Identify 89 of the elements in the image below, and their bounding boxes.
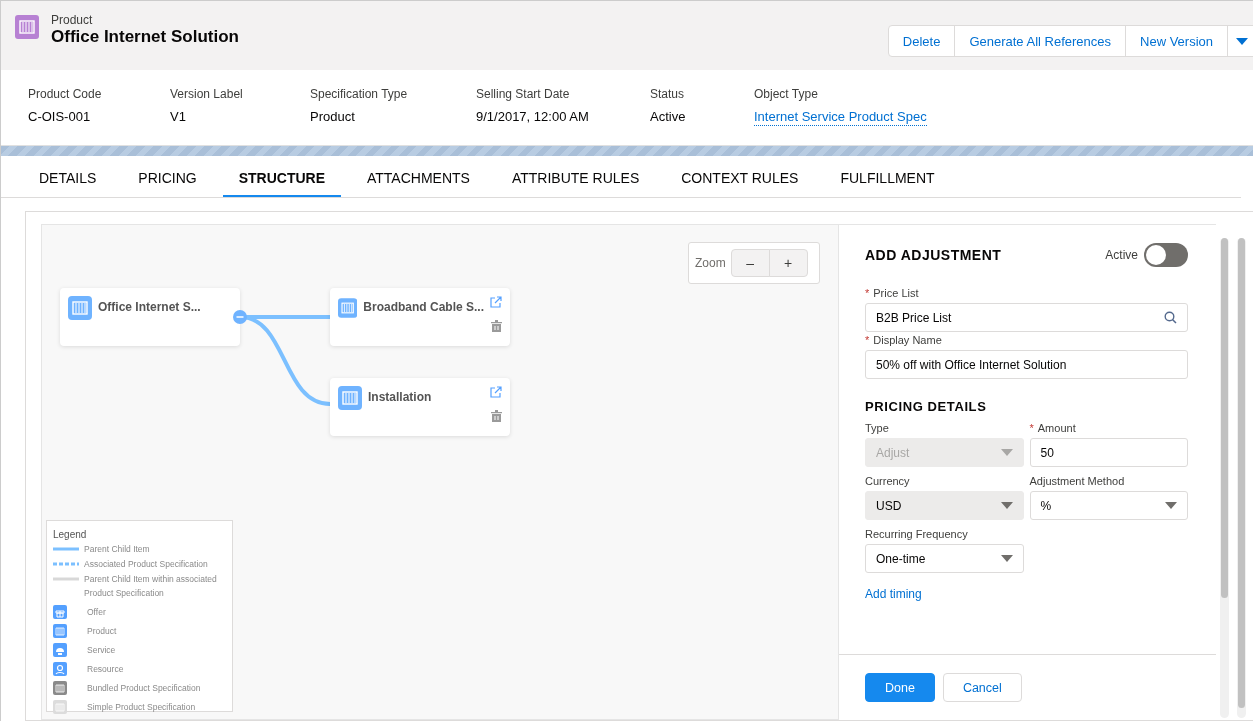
legend-label: Parent Child Item within associated Product Specification bbox=[84, 573, 218, 600]
tab[interactable]: FULFILLMENT bbox=[824, 156, 951, 197]
field-link[interactable]: Internet Service Product Spec bbox=[754, 109, 927, 126]
search-icon bbox=[1164, 311, 1177, 324]
product-icon bbox=[15, 15, 39, 39]
collapse-handle-icon[interactable] bbox=[233, 310, 247, 324]
node-label: Broadband Cable S... bbox=[363, 300, 484, 314]
field-label: * Price List bbox=[865, 287, 920, 299]
zoom-label: Zoom bbox=[695, 256, 726, 270]
active-toggle[interactable] bbox=[1144, 243, 1188, 267]
field-value: Active bbox=[650, 109, 687, 124]
section-heading: PRICING DETAILS bbox=[865, 399, 988, 414]
field-label: Type bbox=[865, 422, 890, 434]
header-button[interactable]: New Version bbox=[1125, 25, 1228, 57]
object-label: Product bbox=[51, 13, 94, 27]
legend-label: Associated Product Specification bbox=[84, 558, 208, 571]
external-link-icon[interactable] bbox=[490, 296, 502, 308]
legend-title: Legend bbox=[53, 529, 88, 540]
tab[interactable]: STRUCTURE bbox=[222, 156, 341, 197]
caret-icon bbox=[1000, 502, 1013, 509]
field-value: C-OIS-001 bbox=[28, 109, 92, 124]
hardhat-icon bbox=[53, 643, 67, 657]
node-label: Installation bbox=[368, 390, 433, 404]
product-icon bbox=[68, 296, 92, 320]
field-label: Selling Start Date bbox=[476, 87, 571, 101]
tab[interactable]: DETAILS bbox=[23, 156, 113, 197]
line-sample-icon bbox=[53, 547, 79, 551]
line-sample-icon bbox=[53, 562, 79, 566]
legend-label: Offer bbox=[87, 606, 106, 619]
header-button[interactable]: Generate All References bbox=[954, 25, 1126, 57]
select-field[interactable]: One-time bbox=[865, 544, 1024, 573]
field-label: Object Type bbox=[754, 87, 819, 101]
field-label: Product Code bbox=[28, 87, 103, 101]
select-field[interactable]: % bbox=[1029, 491, 1188, 520]
select-field[interactable]: USD bbox=[865, 491, 1024, 520]
person-icon bbox=[53, 662, 67, 676]
panel-title: ADD ADJUSTMENT bbox=[865, 247, 1002, 263]
trash-icon[interactable] bbox=[490, 410, 502, 422]
product-icon bbox=[53, 624, 67, 638]
more-actions-button[interactable] bbox=[1227, 25, 1253, 57]
zoom-button[interactable]: + bbox=[768, 249, 808, 277]
legend-label: Service bbox=[87, 644, 116, 657]
product-icon bbox=[338, 296, 358, 320]
legend-label: Parent Child Item bbox=[84, 543, 150, 556]
scrollbar[interactable] bbox=[1220, 238, 1229, 718]
zoom-button[interactable]: – bbox=[730, 249, 770, 277]
product-icon bbox=[53, 681, 67, 695]
tab[interactable]: PRICING bbox=[122, 156, 213, 197]
field-label: Version Label bbox=[170, 87, 244, 101]
input-field[interactable]: 50% off with Office Internet Solution bbox=[865, 350, 1188, 379]
tab[interactable]: ATTACHMENTS bbox=[351, 156, 486, 197]
trash-icon[interactable] bbox=[490, 320, 502, 332]
caret-icon bbox=[1000, 555, 1013, 562]
legend-label: Resource bbox=[87, 663, 124, 676]
gift-icon bbox=[53, 605, 67, 619]
input-field[interactable]: 50 bbox=[1029, 438, 1188, 467]
field-value: Product bbox=[310, 109, 356, 124]
lookup-field[interactable]: B2B Price List bbox=[865, 303, 1188, 332]
record-title: Office Internet Solution bbox=[51, 27, 240, 47]
field-label: Status bbox=[650, 87, 686, 101]
field-label: Recurring Frequency bbox=[865, 528, 969, 540]
node-label: Office Internet S... bbox=[98, 300, 202, 314]
legend-label: Bundled Product Specification bbox=[87, 682, 201, 695]
product-icon bbox=[338, 386, 362, 410]
field-label: Currency bbox=[865, 475, 911, 487]
caret-icon bbox=[1000, 449, 1013, 456]
node-card[interactable]: Broadband Cable S... bbox=[330, 288, 510, 346]
caret-icon bbox=[1165, 502, 1177, 509]
cancel-button[interactable]: Cancel bbox=[942, 673, 1022, 702]
add-timing-link[interactable]: Add timing bbox=[865, 587, 1188, 601]
toggle-label: Active bbox=[1105, 248, 1138, 262]
scrollbar[interactable] bbox=[1237, 238, 1246, 718]
header-button[interactable]: Delete bbox=[887, 25, 956, 57]
legend-label: Simple Product Specification bbox=[87, 701, 196, 714]
done-button[interactable]: Done bbox=[865, 673, 935, 702]
field-value: 9/1/2017, 12:00 AM bbox=[476, 109, 590, 124]
caret-icon bbox=[1236, 37, 1248, 45]
field-label: * Amount bbox=[1029, 422, 1077, 434]
field-label: Specification Type bbox=[310, 87, 409, 101]
legend-label: Product bbox=[87, 625, 117, 638]
field-label: Adjustment Method bbox=[1029, 475, 1126, 487]
node-card[interactable]: Office Internet S... bbox=[60, 288, 240, 346]
external-link-icon[interactable] bbox=[490, 386, 502, 398]
line-sample-icon bbox=[53, 577, 79, 581]
node-card[interactable]: Installation bbox=[330, 378, 510, 436]
tab[interactable]: CONTEXT RULES bbox=[665, 156, 815, 197]
field-value: V1 bbox=[170, 109, 187, 124]
field-label: * Display Name bbox=[865, 334, 943, 346]
tab[interactable]: ATTRIBUTE RULES bbox=[495, 156, 656, 197]
